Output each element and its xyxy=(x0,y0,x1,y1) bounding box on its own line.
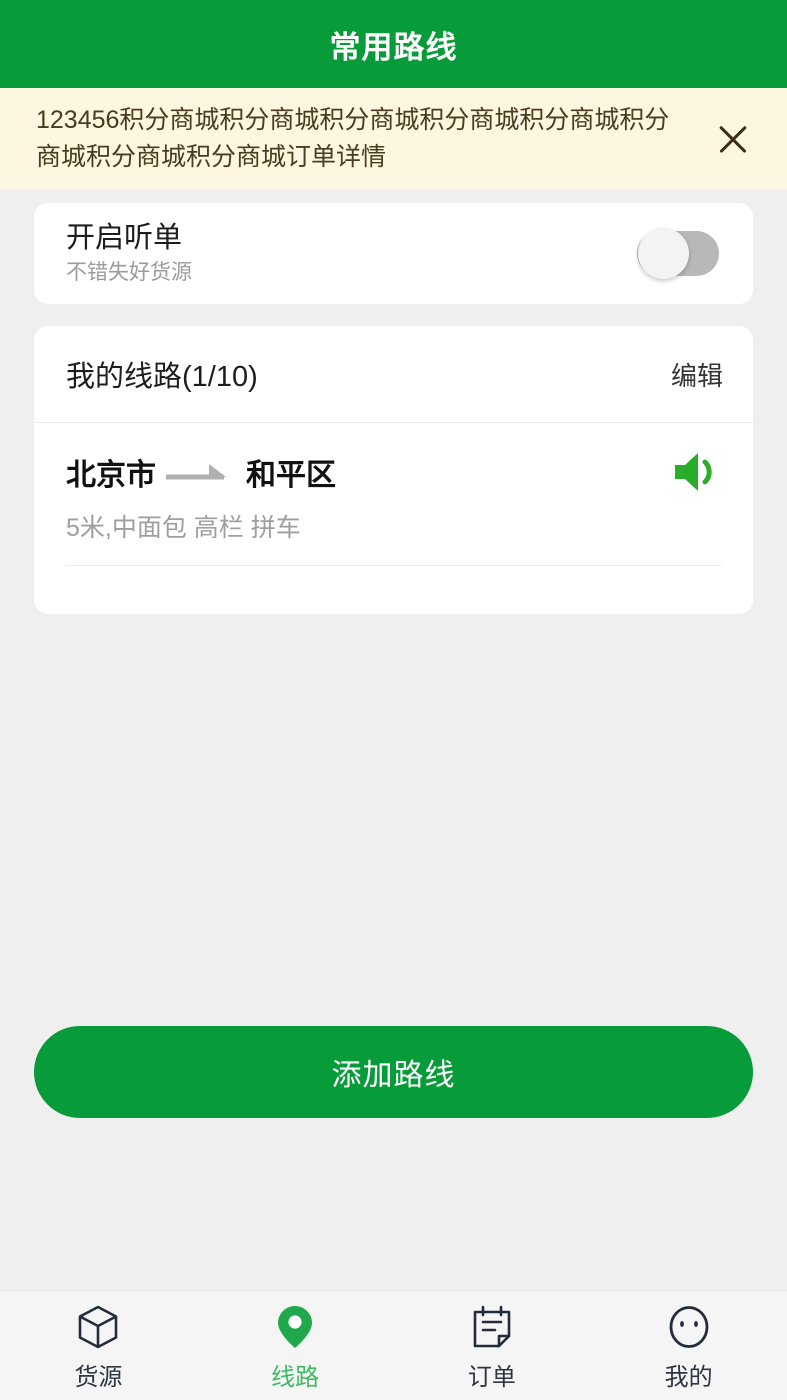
tab-routes[interactable]: 线路 xyxy=(197,1291,394,1400)
route-origin: 北京市 xyxy=(66,459,156,492)
tab-goods-label: 货源 xyxy=(74,1363,123,1391)
speaker-icon[interactable] xyxy=(671,449,723,495)
listen-order-toggle[interactable] xyxy=(637,228,719,279)
notice-banner: 123456积分商城积分商城积分商城积分商城积分商城积分商城积分商城积分商城订单… xyxy=(0,88,787,189)
page-title: 常用路线 xyxy=(329,29,458,65)
page-header: 常用路线 xyxy=(0,0,787,88)
cube-icon xyxy=(76,1304,120,1350)
face-icon xyxy=(667,1304,711,1350)
tab-orders-label: 订单 xyxy=(467,1363,516,1391)
tab-goods[interactable]: 货源 xyxy=(0,1291,197,1400)
tab-routes-label: 线路 xyxy=(271,1363,320,1391)
bottom-tab-bar: 货源 线路 订单 我的 xyxy=(0,1290,787,1400)
listen-order-subtitle: 不错失好货源 xyxy=(66,260,192,284)
my-routes-title: 我的线路(1/10) xyxy=(66,361,258,393)
listen-order-texts: 开启听单 不错失好货源 xyxy=(66,220,637,288)
notice-banner-text: 123456积分商城积分商城积分商城积分商城积分商城积分商城积分商城积分商城订单… xyxy=(36,105,670,171)
my-routes-card: 我的线路(1/10) 编辑 北京市 和平区 5米,中面包 高栏 拼车 xyxy=(34,326,753,614)
listen-order-title: 开启听单 xyxy=(66,221,183,254)
page-body: 开启听单 不错失好货源 我的线路(1/10) 编辑 北京市 和平区 5米,中面包… xyxy=(0,189,787,1290)
toggle-knob xyxy=(638,228,689,279)
edit-routes-button[interactable]: 编辑 xyxy=(671,356,723,393)
route-destination: 和平区 xyxy=(246,459,336,492)
arrow-right-icon xyxy=(162,459,240,485)
my-routes-header: 我的线路(1/10) 编辑 xyxy=(34,326,753,422)
listen-order-card: 开启听单 不错失好货源 xyxy=(34,203,753,304)
add-route-button-wrap: 添加路线 xyxy=(34,1026,753,1118)
clipboard-icon xyxy=(471,1304,513,1350)
tab-profile-label: 我的 xyxy=(664,1363,713,1391)
route-list-item[interactable]: 北京市 和平区 5米,中面包 高栏 拼车 xyxy=(34,423,753,588)
tab-profile[interactable]: 我的 xyxy=(590,1291,787,1400)
close-icon[interactable] xyxy=(701,107,765,171)
add-route-button[interactable]: 添加路线 xyxy=(34,1026,753,1118)
route-row-divider xyxy=(66,565,723,566)
app-root: 常用路线 123456积分商城积分商城积分商城积分商城积分商城积分商城积分商城积… xyxy=(0,0,787,1400)
tab-orders[interactable]: 订单 xyxy=(394,1291,591,1400)
route-endpoints: 北京市 和平区 xyxy=(66,449,723,495)
location-pin-icon xyxy=(275,1304,315,1350)
route-meta: 5米,中面包 高栏 拼车 xyxy=(66,514,301,542)
